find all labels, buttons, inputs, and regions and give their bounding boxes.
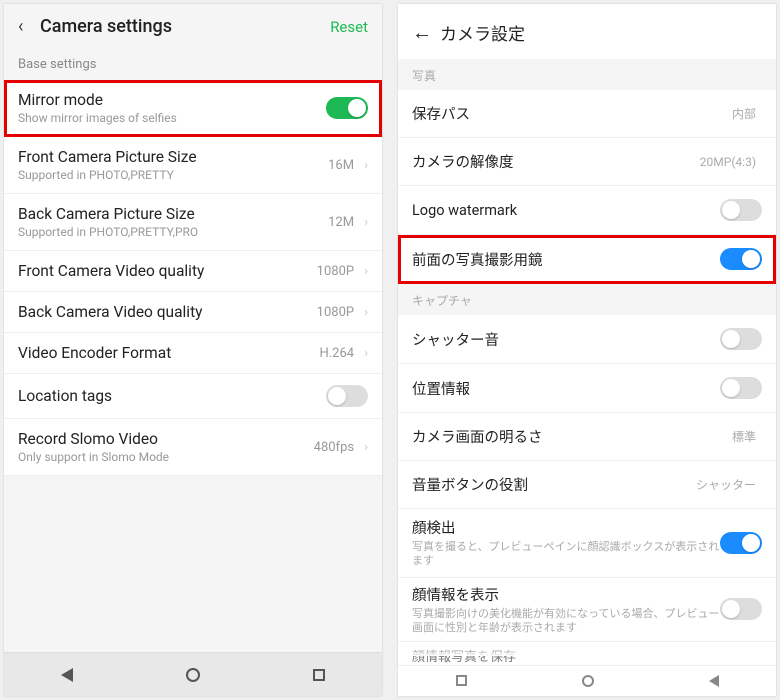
row-label: Video Encoder Format <box>18 344 319 362</box>
row-label: Logo watermark <box>412 202 720 219</box>
row-sub: Supported in PHOTO,PRETTY,PRO <box>18 225 328 239</box>
row-front-video-quality[interactable]: Front Camera Video quality 1080P › <box>4 251 382 292</box>
row-label: 顔情報を表示 <box>412 584 720 605</box>
row-label: 前面の写真撮影用鏡 <box>412 249 720 270</box>
row-label: Front Camera Picture Size <box>18 148 328 166</box>
row-label: 音量ボタンの役割 <box>412 474 696 495</box>
row-front-picture-size[interactable]: Front Camera Picture Size Supported in P… <box>4 137 382 194</box>
nav-home-icon[interactable] <box>186 668 200 682</box>
back-icon[interactable]: ← <box>412 20 440 45</box>
row-mirror-mode[interactable]: Mirror mode Show mirror images of selfie… <box>4 80 382 137</box>
row-sub: Show mirror images of selfies <box>18 111 326 125</box>
row-label: カメラ画面の明るさ <box>412 426 732 447</box>
nav-back-icon[interactable] <box>709 675 719 687</box>
back-icon[interactable]: ‹ <box>18 16 36 37</box>
row-sub: 写真撮影向けの美化機能が有効になっている場合、プレビュー画面に性別と年齢が表示さ… <box>412 607 720 635</box>
toggle-gps[interactable] <box>720 377 762 399</box>
section-header: Base settings <box>4 47 382 80</box>
toggle-face-info[interactable] <box>720 598 762 620</box>
row-label: シャッター音 <box>412 329 720 350</box>
section-header-capture: キャプチャ <box>398 284 776 315</box>
row-label: Location tags <box>18 387 326 405</box>
row-face-detect[interactable]: 顔検出 写真を撮ると、プレビューペインに顔認識ボックスが表示されます <box>398 509 776 578</box>
chevron-right-icon: › <box>364 305 368 320</box>
toggle-logo[interactable] <box>720 199 762 221</box>
nav-back-icon[interactable] <box>61 668 73 682</box>
row-save-path[interactable]: 保存パス 内部 <box>398 90 776 138</box>
nav-bar <box>398 665 776 696</box>
header: ‹ Camera settings Reset <box>4 4 382 47</box>
row-label: Back Camera Picture Size <box>18 205 328 223</box>
empty-space <box>4 476 382 652</box>
row-logo-watermark[interactable]: Logo watermark <box>398 186 776 235</box>
row-gps[interactable]: 位置情報 <box>398 364 776 413</box>
chevron-right-icon: › <box>364 158 368 173</box>
row-face-info[interactable]: 顔情報を表示 写真撮影向けの美化機能が有効になっている場合、プレビュー画面に性別… <box>398 578 776 642</box>
toggle-shutter[interactable] <box>720 328 762 350</box>
nav-recent-icon[interactable] <box>313 669 325 681</box>
nav-recent-icon[interactable] <box>456 675 467 686</box>
row-value: 480fps <box>314 440 354 455</box>
scroll-fade <box>398 648 776 656</box>
row-volume-button[interactable]: 音量ボタンの役割 シャッター <box>398 461 776 509</box>
row-slomo[interactable]: Record Slomo Video Only support in Slomo… <box>4 419 382 476</box>
row-label: 顔検出 <box>412 517 720 538</box>
row-value: 16M <box>328 158 354 173</box>
row-value: 12M <box>328 215 354 230</box>
row-value: 1080P <box>317 305 354 320</box>
toggle-face-detect[interactable] <box>720 532 762 554</box>
row-value: 1080P <box>317 264 354 279</box>
row-back-picture-size[interactable]: Back Camera Picture Size Supported in PH… <box>4 194 382 251</box>
row-label: カメラの解像度 <box>412 151 700 172</box>
row-value: 標準 <box>732 428 756 445</box>
row-sub: Supported in PHOTO,PRETTY <box>18 168 328 182</box>
row-video-encoder[interactable]: Video Encoder Format H.264 › <box>4 333 382 374</box>
toggle-mirror[interactable] <box>720 248 762 270</box>
toggle-location[interactable] <box>326 385 368 407</box>
row-label: Mirror mode <box>18 91 326 109</box>
reset-button[interactable]: Reset <box>330 18 368 36</box>
section-header-photo: 写真 <box>398 59 776 90</box>
row-value: シャッター <box>696 476 756 493</box>
page-title: Camera settings <box>36 16 330 37</box>
row-label: 保存パス <box>412 103 732 124</box>
chevron-right-icon: › <box>364 215 368 230</box>
chevron-right-icon: › <box>364 440 368 455</box>
row-value: 20MP(4:3) <box>700 155 756 169</box>
row-sub: Only support in Slomo Mode <box>18 450 314 464</box>
phone-left: ‹ Camera settings Reset Base settings Mi… <box>4 4 382 696</box>
row-value: H.264 <box>319 346 354 361</box>
phone-right: ← カメラ設定 写真 保存パス 内部 カメラの解像度 20MP(4:3) Log… <box>398 4 776 696</box>
row-front-mirror[interactable]: 前面の写真撮影用鏡 <box>398 235 776 284</box>
row-brightness[interactable]: カメラ画面の明るさ 標準 <box>398 413 776 461</box>
row-label: 位置情報 <box>412 378 720 399</box>
nav-bar <box>4 652 382 696</box>
row-label: Back Camera Video quality <box>18 303 317 321</box>
row-value: 内部 <box>732 105 756 122</box>
row-sub: 写真を撮ると、プレビューペインに顔認識ボックスが表示されます <box>412 540 720 569</box>
row-resolution[interactable]: カメラの解像度 20MP(4:3) <box>398 138 776 186</box>
chevron-right-icon: › <box>364 346 368 361</box>
nav-home-icon[interactable] <box>582 675 594 687</box>
header: ← カメラ設定 <box>398 4 776 59</box>
row-back-video-quality[interactable]: Back Camera Video quality 1080P › <box>4 292 382 333</box>
row-shutter-sound[interactable]: シャッター音 <box>398 315 776 364</box>
row-label: Record Slomo Video <box>18 430 314 448</box>
chevron-right-icon: › <box>364 264 368 279</box>
page-title: カメラ設定 <box>440 20 525 45</box>
row-location-tags[interactable]: Location tags <box>4 374 382 419</box>
row-label: Front Camera Video quality <box>18 262 317 280</box>
toggle-mirror[interactable] <box>326 97 368 119</box>
